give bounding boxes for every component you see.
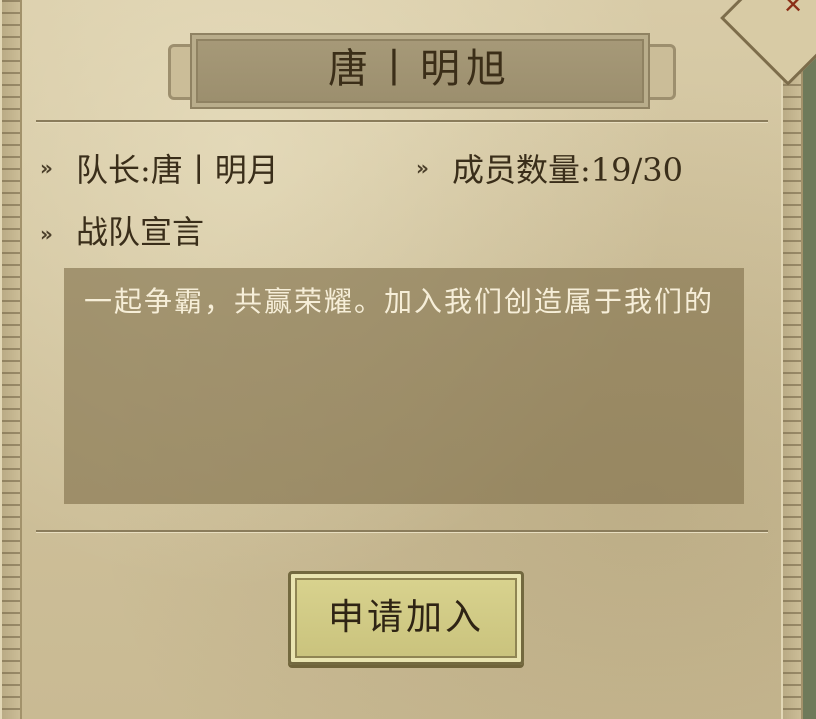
panel-border-right xyxy=(781,0,803,719)
declaration-heading: 战队宣言 xyxy=(76,213,205,251)
bullet-icon: » xyxy=(40,222,53,246)
close-icon[interactable]: ✕ xyxy=(780,0,806,18)
team-name-title: 唐丨明旭 xyxy=(328,46,512,92)
declaration-text: 一起争霸，共赢荣耀。加入我们创造属于我们的 xyxy=(84,285,715,318)
divider-top xyxy=(36,120,768,122)
panel-border-left xyxy=(0,0,22,719)
member-count-label: 成员数量:19/30 xyxy=(452,151,684,189)
captain-label: 队长:唐丨明月 xyxy=(76,151,279,189)
join-team-button-label[interactable]: 申请加入 xyxy=(288,571,524,665)
bullet-icon: » xyxy=(416,156,429,180)
divider-bottom xyxy=(36,530,768,532)
bullet-icon: » xyxy=(40,156,53,180)
